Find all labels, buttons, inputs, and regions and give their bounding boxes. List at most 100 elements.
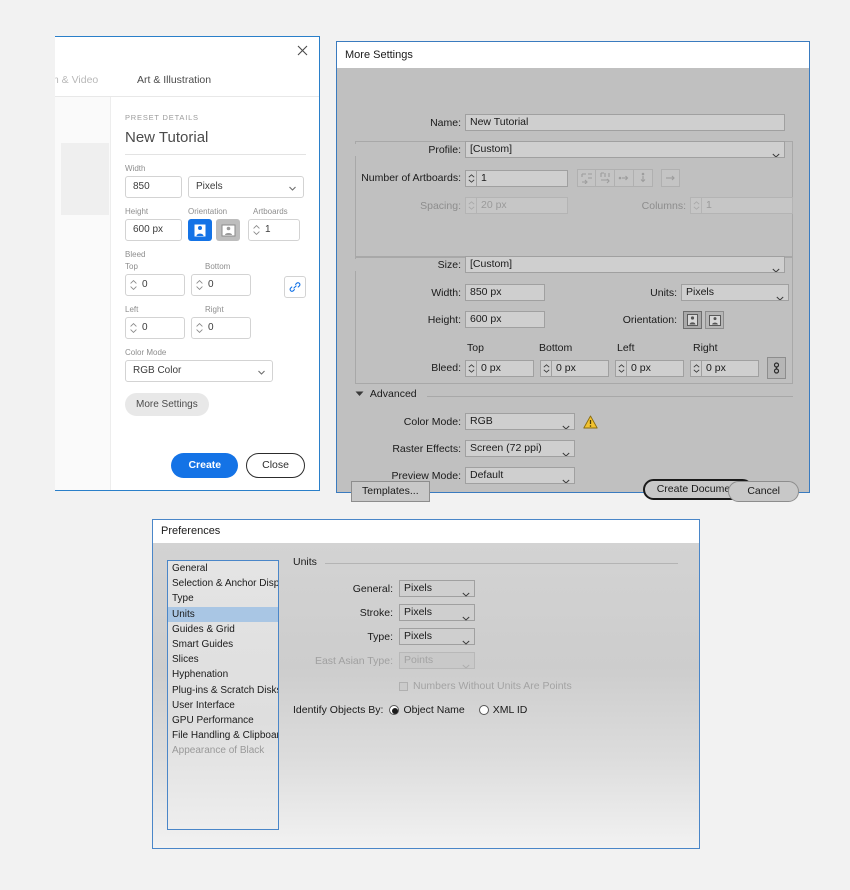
units-type-label: Type: xyxy=(293,631,393,643)
create-button[interactable]: Create xyxy=(171,453,238,478)
landscape-icon[interactable] xyxy=(216,219,240,241)
columns-label: Columns: xyxy=(628,200,686,212)
bleed-bottom-stepper[interactable]: 0 px xyxy=(540,360,609,377)
radio-xml-id-label[interactable]: XML ID xyxy=(493,704,528,716)
preferences-category-item[interactable]: Units xyxy=(168,607,278,622)
bleed-group: Bleed Top Bottom 0 xyxy=(125,250,306,339)
radio-object-name-icon[interactable] xyxy=(389,705,399,715)
artboards-stepper[interactable]: 1 xyxy=(248,219,300,241)
radio-object-name-label[interactable]: Object Name xyxy=(403,704,464,716)
number-of-artboards-stepper[interactable]: 1 xyxy=(465,170,568,187)
caret-down-icon xyxy=(543,369,550,373)
color-mode-select[interactable]: RGB xyxy=(465,413,575,430)
columns-input: 1 xyxy=(701,197,793,214)
portrait-icon[interactable] xyxy=(188,219,212,241)
preset-name-field[interactable]: New Tutorial xyxy=(125,129,306,155)
preferences-category-item[interactable]: User Interface xyxy=(168,698,278,713)
profile-select[interactable]: [Custom] xyxy=(465,141,785,158)
bleed-right-stepper[interactable]: 0 px xyxy=(690,360,759,377)
color-mode-label: Color Mode: xyxy=(337,416,461,428)
preset-thumbnail[interactable] xyxy=(61,143,109,215)
bleed-top-stepper[interactable]: 0 px xyxy=(465,360,534,377)
number-of-artboards-label: Number of Artboards: xyxy=(337,172,461,184)
preferences-category-item[interactable]: Plug-ins & Scratch Disks xyxy=(168,683,278,698)
number-of-artboards-input[interactable]: 1 xyxy=(476,170,568,187)
close-button[interactable]: Close xyxy=(246,453,305,478)
triangle-down-icon[interactable] xyxy=(355,388,367,400)
link-icon[interactable] xyxy=(767,357,786,379)
bleed-top-bottom-row: 0 0 xyxy=(125,274,306,296)
radio-xml-id-icon[interactable] xyxy=(479,705,489,715)
tab-art-and-illustration[interactable]: Art & Illustration xyxy=(137,74,211,86)
caret-up-icon xyxy=(253,225,260,229)
new-document-titlebar xyxy=(55,37,319,67)
bleed-top-stepper[interactable]: 0 xyxy=(125,274,185,296)
bleed-top-input[interactable]: 0 px xyxy=(476,360,534,377)
cancel-button[interactable]: Cancel xyxy=(728,481,799,502)
size-row: Size: [Custom] xyxy=(337,256,789,273)
raster-effects-select[interactable]: Screen (72 ppi) xyxy=(465,440,575,457)
templates-button[interactable]: Templates... xyxy=(351,481,430,502)
bleed-left-stepper[interactable]: 0 px xyxy=(615,360,684,377)
size-select[interactable]: [Custom] xyxy=(465,256,785,273)
artboards-stepper-arrows[interactable] xyxy=(249,220,263,240)
stepper-arrows[interactable] xyxy=(540,360,551,377)
more-settings-button[interactable]: More Settings xyxy=(125,393,209,416)
bleed-right-stepper[interactable]: 0 xyxy=(191,317,251,339)
preferences-category-item[interactable]: File Handling & Clipboard xyxy=(168,728,278,743)
units-stroke-select[interactable]: Pixels xyxy=(399,604,475,621)
bleed-left-input[interactable]: 0 px xyxy=(626,360,684,377)
screenshot-page: m & Video Art & Illustration PRESET DETA… xyxy=(0,0,850,890)
bleed-left-label: Left xyxy=(617,342,635,354)
height-input[interactable]: 600 px xyxy=(465,311,545,328)
preferences-category-item[interactable]: General xyxy=(168,561,278,576)
stepper-arrows[interactable] xyxy=(615,360,626,377)
preferences-category-item[interactable]: Selection & Anchor Display xyxy=(168,576,278,591)
height-input[interactable]: 600 px xyxy=(125,219,182,241)
units-select[interactable]: Pixels xyxy=(681,284,789,301)
bleed-top-arrows[interactable] xyxy=(126,275,140,295)
grid-by-column-icon[interactable] xyxy=(596,169,615,187)
preview-mode-select[interactable]: Default xyxy=(465,467,575,484)
bleed-left-stepper[interactable]: 0 xyxy=(125,317,185,339)
bleed-bottom-stepper[interactable]: 0 xyxy=(191,274,251,296)
bleed-bottom-arrows[interactable] xyxy=(192,275,206,295)
preferences-category-list[interactable]: GeneralSelection & Anchor DisplayTypeUni… xyxy=(167,560,279,830)
preferences-category-item[interactable]: Hyphenation xyxy=(168,667,278,682)
color-mode-select[interactable]: RGB Color xyxy=(125,360,273,382)
units-section-header: Units xyxy=(293,556,688,568)
bleed-right-arrows[interactable] xyxy=(192,318,206,338)
spacing-row: Spacing: 20 px xyxy=(337,197,568,214)
bleed-left-arrows[interactable] xyxy=(126,318,140,338)
advanced-section-header[interactable]: Advanced xyxy=(355,388,793,400)
portrait-icon[interactable] xyxy=(683,311,702,329)
bleed-right-input[interactable]: 0 px xyxy=(701,360,759,377)
link-icon[interactable] xyxy=(284,276,306,298)
units-select[interactable]: Pixels xyxy=(188,176,304,198)
right-to-left-icon[interactable] xyxy=(661,169,680,187)
units-general-select[interactable]: Pixels xyxy=(399,580,475,597)
name-input[interactable]: New Tutorial xyxy=(465,114,785,131)
arrange-by-column-icon[interactable] xyxy=(634,169,653,187)
grid-by-row-icon[interactable] xyxy=(577,169,596,187)
preferences-category-item[interactable]: Appearance of Black xyxy=(168,743,278,758)
width-input[interactable]: 850 px xyxy=(465,284,545,301)
stepper-arrows[interactable] xyxy=(465,360,476,377)
stepper-arrows[interactable] xyxy=(465,170,476,187)
caret-down-icon xyxy=(693,369,700,373)
preferences-category-item[interactable]: GPU Performance xyxy=(168,713,278,728)
stepper-arrows[interactable] xyxy=(690,360,701,377)
profile-value: [Custom] xyxy=(470,143,512,155)
preview-mode-value: Default xyxy=(470,469,503,481)
units-type-select[interactable]: Pixels xyxy=(399,628,475,645)
bleed-bottom-input[interactable]: 0 px xyxy=(551,360,609,377)
tab-film-and-video[interactable]: m & Video xyxy=(55,74,98,86)
close-icon[interactable] xyxy=(293,43,311,61)
preferences-category-item[interactable]: Smart Guides xyxy=(168,637,278,652)
width-input[interactable]: 850 xyxy=(125,176,182,198)
arrange-by-row-icon[interactable] xyxy=(615,169,634,187)
landscape-icon[interactable] xyxy=(705,311,724,329)
preferences-category-item[interactable]: Type xyxy=(168,591,278,606)
preferences-category-item[interactable]: Guides & Grid xyxy=(168,622,278,637)
preferences-category-item[interactable]: Slices xyxy=(168,652,278,667)
